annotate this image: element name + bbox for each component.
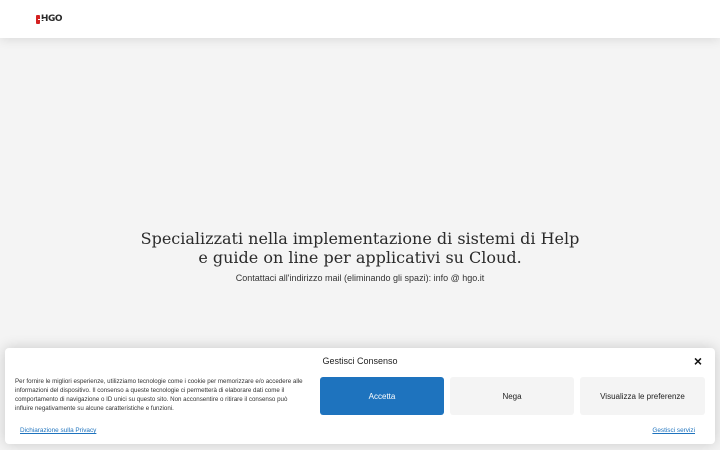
swiss-cross-icon [36, 14, 44, 24]
hero-section: Specializzati nella implementazione di s… [0, 229, 720, 283]
privacy-statement-link[interactable]: Dichiarazione sulla Privacy [20, 427, 96, 434]
hero-title-line-2: e guide on line per applicativi su Cloud… [198, 248, 522, 267]
site-logo[interactable]: HGO [36, 12, 63, 26]
hero-contact-text: Contattaci all'indirizzo mail (eliminand… [235, 273, 485, 283]
logo-text: HGO [40, 14, 63, 24]
cookie-title: Gestisci Consenso [322, 356, 398, 366]
site-header: HGO [0, 0, 720, 38]
view-preferences-button[interactable]: Visualizza le preferenze [580, 377, 705, 415]
cookie-consent-banner: Gestisci Consenso × Per fornire le migli… [5, 348, 715, 444]
manage-services-link[interactable]: Gestisci servizi [652, 427, 695, 434]
hero-title: Specializzati nella implementazione di s… [0, 229, 720, 267]
hero-title-line-1: Specializzati nella implementazione di s… [140, 229, 580, 248]
close-icon[interactable]: × [691, 354, 705, 368]
accept-button[interactable]: Accetta [320, 377, 444, 415]
deny-button[interactable]: Nega [450, 377, 574, 415]
cookie-description: Per fornire le migliori esperienze, util… [15, 378, 303, 412]
